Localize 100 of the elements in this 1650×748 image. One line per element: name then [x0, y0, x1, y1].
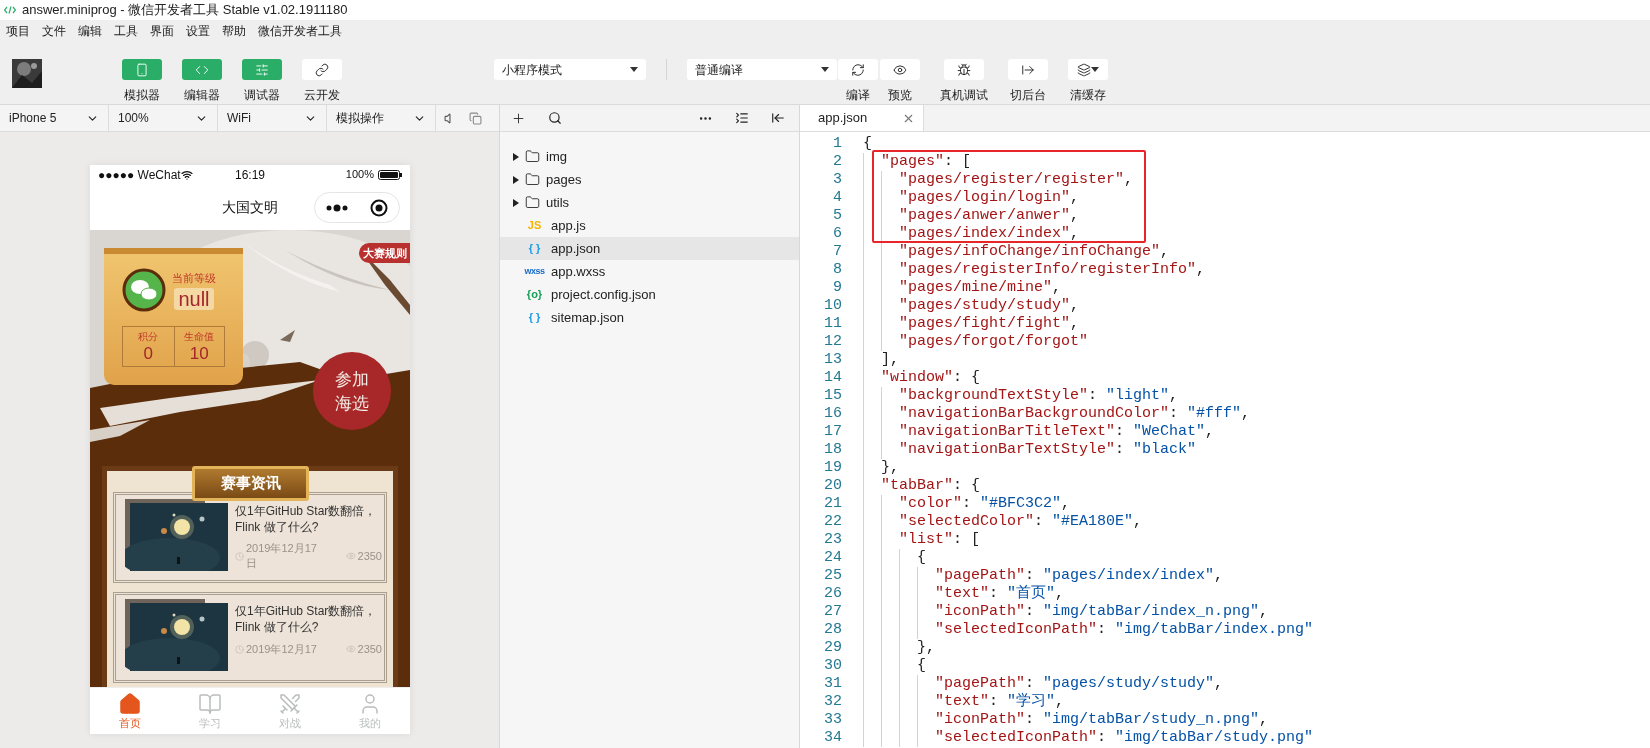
stat-value: 10 — [189, 344, 209, 364]
preview-button[interactable] — [880, 59, 920, 80]
battery-text: 100% — [345, 167, 374, 183]
cloud-button[interactable] — [302, 59, 342, 80]
code-line: { — [917, 549, 926, 567]
button-label: 编译 — [846, 87, 870, 104]
line-number: 11 — [823, 315, 842, 333]
sidebar-icon[interactable] — [771, 111, 785, 125]
code-line: "pages/study/study", — [899, 297, 1080, 315]
tab-item[interactable]: 首页 — [90, 688, 170, 734]
line-number: 24 — [823, 549, 842, 567]
line-number: 18 — [823, 441, 842, 459]
menu-item[interactable]: 设置 — [186, 22, 210, 40]
mode-dropdown[interactable]: 小程序模式 — [494, 59, 646, 80]
file-type-icon: { } — [524, 240, 545, 257]
file-item[interactable]: img — [500, 145, 799, 168]
line-number: 33 — [823, 711, 842, 729]
file-item[interactable]: wxss app.wxss — [500, 260, 799, 283]
file-item[interactable]: { } sitemap.json — [500, 306, 799, 329]
line-number: 21 — [823, 495, 842, 513]
file-item[interactable]: utils — [500, 191, 799, 214]
code-line: "text": "首页", — [935, 585, 1065, 603]
clear-cache-button[interactable] — [1068, 59, 1108, 80]
line-number: 5 — [832, 207, 842, 225]
line-number: 17 — [823, 423, 842, 441]
file-item[interactable]: pages — [500, 168, 799, 191]
button-label: 云开发 — [304, 87, 340, 104]
code-line: "pages/forgot/forgot" — [899, 333, 1089, 351]
simulator-select[interactable]: 模拟操作 — [327, 105, 436, 131]
code-line: "pages/mine/mine", — [899, 279, 1062, 297]
code-line: "selectedIconPath": "img/tabBar/index.png" — [935, 621, 1314, 639]
caret-icon — [821, 67, 829, 72]
file-item[interactable]: { } app.json — [500, 237, 799, 260]
window-title: answer.miniprog - 微信开发者工具 Stable v1.02.1911180 — [22, 1, 348, 20]
editor-tab[interactable]: app.json — [800, 105, 924, 131]
file-type-icon: {o} — [524, 286, 545, 303]
file-type-icon: wxss — [524, 264, 545, 279]
news-title: 仅1年GitHub Star数翻倍，Flink 做了什么? — [235, 503, 378, 535]
code-line: "pages/register/register", — [899, 171, 1134, 189]
menu-item[interactable]: 帮助 — [222, 22, 246, 40]
caret-icon — [1091, 67, 1099, 72]
target-icon[interactable] — [370, 198, 388, 217]
caret-icon — [630, 67, 638, 72]
line-number: 19 — [823, 459, 842, 477]
rank-value: null — [174, 288, 214, 311]
code-line: "navigationBarTitleText": "WeChat", — [899, 423, 1215, 441]
line-number: 28 — [823, 621, 842, 639]
eye-icon — [345, 644, 356, 655]
line-number: 14 — [823, 369, 842, 387]
line-number: 27 — [823, 603, 842, 621]
background-button[interactable] — [1008, 59, 1048, 80]
button-label: 模拟器 — [124, 87, 160, 104]
folder-icon — [525, 195, 540, 210]
file-item[interactable]: JS app.js — [500, 214, 799, 237]
line-number: 16 — [823, 405, 842, 423]
chat-bubbles-icon — [122, 268, 166, 312]
remote-debug-button[interactable] — [944, 59, 984, 80]
line-number: 26 — [823, 585, 842, 603]
news-title: 仅1年GitHub Star数翻倍，Flink 做了什么? — [235, 603, 378, 635]
more-icon[interactable] — [326, 203, 348, 212]
compile-dropdown[interactable]: 普通编译 — [687, 59, 837, 80]
news-card[interactable]: 仅1年GitHub Star数翻倍，Flink 做了什么? 2019年12月17日 2350 — [113, 492, 387, 583]
menu-item[interactable]: 项目 — [6, 22, 30, 40]
simulator-select[interactable]: 100% — [109, 105, 218, 131]
code-line: "pages/infoChange/infoChange", — [899, 243, 1170, 261]
line-number: 30 — [823, 657, 842, 675]
add-icon[interactable] — [511, 110, 526, 126]
collapse-icon[interactable] — [735, 111, 749, 125]
menu-item[interactable]: 微信开发者工具 — [258, 22, 342, 40]
line-number: 3 — [832, 171, 842, 189]
menu-item[interactable]: 文件 — [42, 22, 66, 40]
menu-item[interactable]: 工具 — [114, 22, 138, 40]
code-icon — [4, 6, 16, 14]
simulator-select[interactable]: iPhone 5 — [0, 105, 109, 131]
menu-item[interactable]: 编辑 — [78, 22, 102, 40]
bug-icon — [957, 62, 971, 77]
line-number: 32 — [823, 693, 842, 711]
link-icon — [315, 62, 329, 77]
view-count: 2350 — [357, 548, 382, 564]
simulator-select[interactable]: WiFi — [218, 105, 327, 131]
search-icon[interactable] — [548, 111, 562, 125]
view-count: 2350 — [357, 642, 382, 657]
menu-item[interactable]: 界面 — [150, 22, 174, 40]
line-number: 22 — [823, 513, 842, 531]
line-number: 34 — [823, 729, 842, 747]
window-icon[interactable] — [469, 111, 482, 125]
button-label: 真机调试 — [940, 87, 988, 104]
file-type-icon: { } — [524, 309, 545, 326]
code-line: "pages/anwer/anwer", — [899, 207, 1080, 225]
news-card[interactable]: 仅1年GitHub Star数翻倍，Flink 做了什么? 2019年12月17 2350 — [113, 592, 387, 683]
line-number: 25 — [823, 567, 842, 585]
code-line: "pages/registerInfo/registerInfo", — [899, 261, 1206, 279]
line-number: 12 — [823, 333, 842, 351]
rules-badge[interactable]: 大赛规则 — [359, 243, 410, 263]
battery-icon — [378, 169, 402, 180]
swords-icon — [278, 692, 302, 716]
wifi-icon — [180, 168, 193, 181]
compile-button[interactable] — [838, 59, 878, 80]
file-item[interactable]: {o} project.config.json — [500, 283, 799, 306]
file-type-icon: JS — [524, 217, 545, 234]
